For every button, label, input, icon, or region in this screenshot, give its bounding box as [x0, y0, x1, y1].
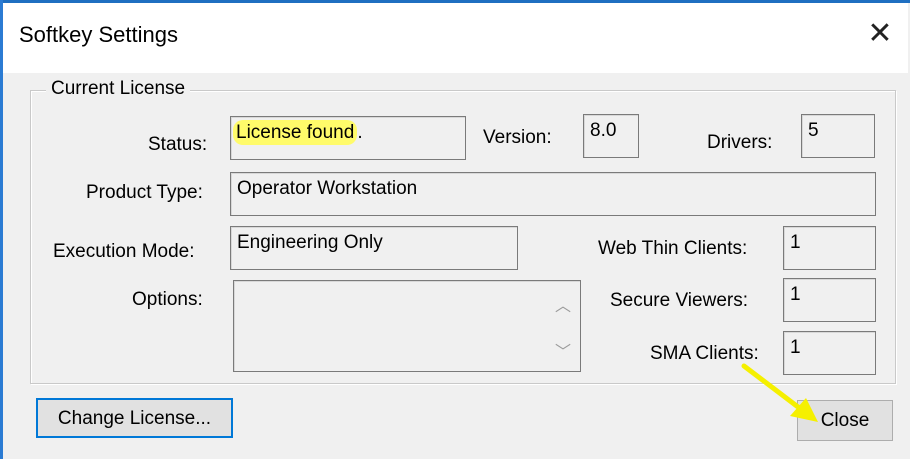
arrow-annotation	[741, 363, 818, 422]
status-label: Status:	[148, 134, 208, 155]
product-type-field: Operator Workstation	[230, 172, 876, 216]
web-thin-clients-label: Web Thin Clients:	[598, 238, 748, 259]
version-field: 8.0	[583, 114, 639, 158]
drivers-field: 5	[801, 114, 875, 158]
version-label: Version:	[483, 127, 552, 148]
options-list[interactable]	[233, 280, 581, 372]
secure-viewers-label: Secure Viewers:	[610, 290, 748, 311]
status-value: License found	[233, 120, 358, 145]
status-suffix: .	[357, 122, 363, 143]
execution-mode-field: Engineering Only	[230, 226, 518, 270]
secure-viewers-field: 1	[783, 278, 876, 322]
web-thin-clients-field: 1	[783, 226, 876, 270]
product-type-label: Product Type:	[86, 182, 203, 203]
drivers-label: Drivers:	[707, 132, 773, 153]
options-label: Options:	[132, 289, 203, 310]
title-bar: Softkey Settings ✕	[3, 3, 908, 73]
status-field: License found.	[230, 116, 466, 160]
change-license-button[interactable]: Change License...	[36, 398, 233, 438]
scroll-down-icon[interactable]: ﹀	[551, 342, 575, 364]
scroll-up-icon[interactable]: ︿	[551, 296, 575, 318]
window-title: Softkey Settings	[19, 22, 178, 47]
execution-mode-label: Execution Mode:	[53, 241, 195, 262]
group-title: Current License	[46, 78, 191, 100]
close-icon[interactable]: ✕	[863, 17, 897, 51]
